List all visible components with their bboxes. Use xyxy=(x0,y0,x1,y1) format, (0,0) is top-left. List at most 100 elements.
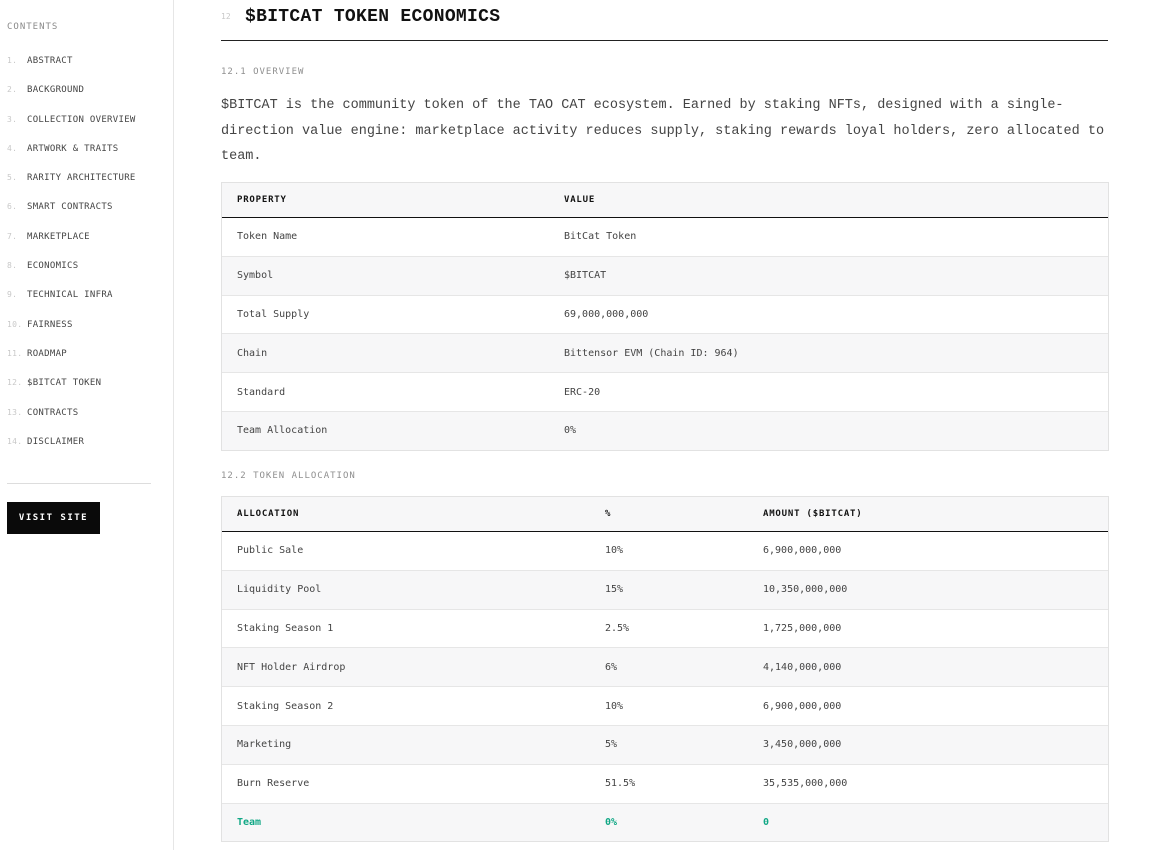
toc-number: 6. xyxy=(7,202,18,212)
toc-item-artwork-traits[interactable]: 4. ARTWORK & TRAITS xyxy=(7,144,136,173)
table-cell: Staking Season 2 xyxy=(237,700,334,712)
table-cell: 0 xyxy=(763,816,770,828)
table-cell: Burn Reserve xyxy=(237,778,310,790)
table-cell: Bittensor EVM (Chain ID: 964) xyxy=(564,347,739,359)
toc-item-collection-overview[interactable]: 3. COLLECTION OVERVIEW xyxy=(7,115,136,144)
table-cell: Team Allocation xyxy=(237,425,328,437)
table-row: Burn Reserve 51.5% 35,535,000,000 xyxy=(222,765,1108,804)
overview-heading: 12.1 OVERVIEW xyxy=(221,67,305,77)
toc-number: 5. xyxy=(7,173,18,183)
toc-number: 11. xyxy=(7,348,23,358)
table-cell: 10% xyxy=(605,700,624,712)
table-cell: Liquidity Pool xyxy=(237,584,322,596)
table-cell: 0% xyxy=(605,816,618,828)
toc-number: 4. xyxy=(7,143,18,153)
toc-label: COLLECTION OVERVIEW xyxy=(27,114,136,125)
toc-item-disclaimer[interactable]: 14. DISCLAIMER xyxy=(7,437,136,466)
column-header: AMOUNT ($BITCAT) xyxy=(763,509,863,519)
table-row: Chain Bittensor EVM (Chain ID: 964) xyxy=(222,334,1108,374)
toc-number: 13. xyxy=(7,407,23,417)
toc-item-fairness[interactable]: 10. FAIRNESS xyxy=(7,320,136,349)
allocation-table: ALLOCATION % AMOUNT ($BITCAT) Public Sal… xyxy=(221,496,1109,843)
table-cell: 6% xyxy=(605,661,618,673)
section-number: 12 xyxy=(221,12,231,21)
page-title-text: $BITCAT TOKEN ECONOMICS xyxy=(245,7,501,27)
table-cell: ERC-20 xyxy=(564,386,601,398)
table-cell: 51.5% xyxy=(605,778,636,790)
toc-item-contracts[interactable]: 13. CONTRACTS xyxy=(7,408,136,437)
token-allocation-heading: 12.2 TOKEN ALLOCATION xyxy=(221,471,356,481)
table-row: Symbol $BITCAT xyxy=(222,256,1108,296)
toc-label: CONTRACTS xyxy=(27,407,79,418)
table-cell: 1,725,000,000 xyxy=(763,622,842,634)
toc-label: FAIRNESS xyxy=(27,319,73,330)
toc-label: ROADMAP xyxy=(27,348,68,359)
visit-site-button[interactable]: VISIT SITE xyxy=(7,502,100,534)
table-row: NFT Holder Airdrop 6% 4,140,000,000 xyxy=(222,648,1108,688)
toc-item-technical-infra[interactable]: 9. TECHNICAL INFRA xyxy=(7,290,136,319)
table-cell: 2.5% xyxy=(605,622,630,634)
table-cell: 5% xyxy=(605,739,618,751)
toc-item-roadmap[interactable]: 11. ROADMAP xyxy=(7,349,136,378)
table-cell: Marketing xyxy=(237,739,292,751)
toc-label: MARKETPLACE xyxy=(27,231,90,242)
page-title: 12 $BITCAT TOKEN ECONOMICS xyxy=(221,4,1108,41)
toc-number: 9. xyxy=(7,290,18,300)
overview-paragraph: $BITCAT is the community token of the TA… xyxy=(221,98,1105,164)
table-cell: BitCat Token xyxy=(564,231,637,243)
contents-heading: CONTENTS xyxy=(7,22,59,32)
column-header: % xyxy=(605,509,612,519)
table-cell: 10,350,000,000 xyxy=(763,584,848,596)
team-row-highlighted: Team 0% 0 xyxy=(222,803,1108,842)
table-cell: 4,140,000,000 xyxy=(763,661,842,673)
toc-number: 14. xyxy=(7,436,23,446)
table-cell: $BITCAT xyxy=(564,270,607,282)
table-cell: 15% xyxy=(605,584,624,596)
table-row: Standard ERC-20 xyxy=(222,373,1108,412)
table-cell: Public Sale xyxy=(237,545,304,557)
sidebar: CONTENTS 1. ABSTRACT 2. BACKGROUND 3. COLLE… xyxy=(0,0,174,850)
table-cell: Token Name xyxy=(237,231,298,243)
table-row: Staking Season 1 2.5% 1,725,000,000 xyxy=(222,610,1108,649)
toc-number: 2. xyxy=(7,85,18,95)
table-row: Marketing 5% 3,450,000,000 xyxy=(222,725,1108,765)
properties-table: PROPERTY VALUE Token Name BitCat Token S… xyxy=(221,182,1109,451)
toc-label: DISCLAIMER xyxy=(27,436,85,447)
toc-label: TECHNICAL INFRA xyxy=(27,290,113,301)
table-row: Staking Season 2 10% 6,900,000,000 xyxy=(222,687,1108,726)
toc-item-abstract[interactable]: 1. ABSTRACT xyxy=(7,56,136,85)
table-cell: Team xyxy=(237,816,262,828)
column-header: ALLOCATION xyxy=(237,509,300,519)
toc-item-economics[interactable]: 8. ECONOMICS xyxy=(7,261,136,290)
table-cell: Staking Season 1 xyxy=(237,622,334,634)
toc-item-bitcat-token[interactable]: 12. $BITCAT TOKEN xyxy=(7,378,136,407)
table-row: Public Sale 10% 6,900,000,000 xyxy=(222,532,1108,571)
toc-item-marketplace[interactable]: 7. MARKETPLACE xyxy=(7,232,136,261)
toc-item-smart-contracts[interactable]: 6. SMART CONTRACTS xyxy=(7,202,136,231)
table-header: ALLOCATION % AMOUNT ($BITCAT) xyxy=(222,497,1108,532)
table-row: Liquidity Pool 15% 10,350,000,000 xyxy=(222,570,1108,610)
table-cell: NFT Holder Airdrop xyxy=(237,661,346,673)
toc-item-rarity-architecture[interactable]: 5. RARITY ARCHITECTURE xyxy=(7,173,136,202)
table-cell: 6,900,000,000 xyxy=(763,545,842,557)
table-row: Total Supply 69,000,000,000 xyxy=(222,296,1108,335)
toc-label: ARTWORK & TRAITS xyxy=(27,143,119,154)
table-cell: 0% xyxy=(564,425,577,437)
table-cell: 6,900,000,000 xyxy=(763,700,842,712)
toc-item-background[interactable]: 2. BACKGROUND xyxy=(7,85,136,114)
table-row: Token Name BitCat Token xyxy=(222,218,1108,257)
toc-number: 1. xyxy=(7,56,18,65)
sidebar-divider xyxy=(7,483,151,484)
toc-number: 10. xyxy=(7,319,23,329)
table-cell: 3,450,000,000 xyxy=(763,739,842,751)
table-of-contents: 1. ABSTRACT 2. BACKGROUND 3. COLLECTION OVE… xyxy=(7,56,136,466)
toc-number: 12. xyxy=(7,378,23,388)
table-cell: 35,535,000,000 xyxy=(763,778,848,790)
toc-number: 3. xyxy=(7,114,18,124)
toc-label: $BITCAT TOKEN xyxy=(27,378,102,389)
table-row: Team Allocation 0% xyxy=(222,411,1108,450)
table-cell: Standard xyxy=(237,386,286,398)
toc-label: ABSTRACT xyxy=(27,56,73,66)
toc-number: 8. xyxy=(7,261,18,271)
toc-label: SMART CONTRACTS xyxy=(27,202,113,213)
